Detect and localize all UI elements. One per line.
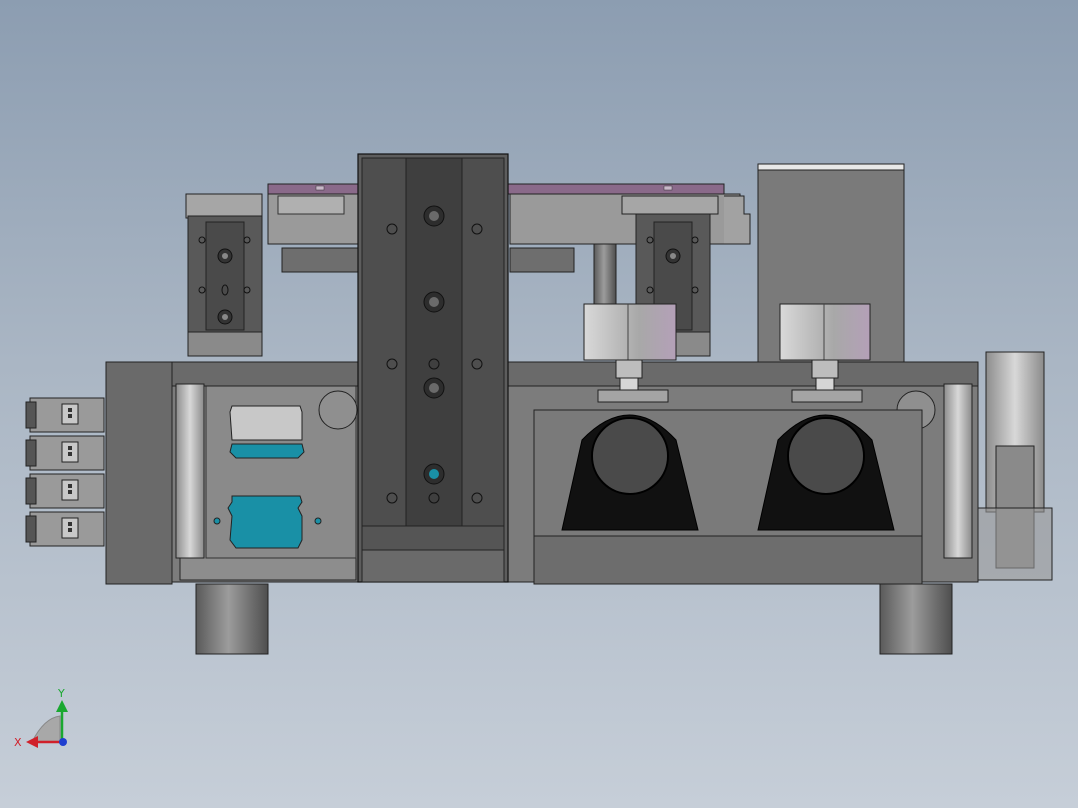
center-column [357, 153, 509, 583]
assembly-model[interactable]: Y X [0, 0, 1078, 808]
axis-triad: Y X [14, 687, 68, 749]
z-axis-dot [59, 738, 67, 746]
left-gripper [185, 193, 263, 357]
guide-rod [593, 243, 617, 307]
left-end-plate [105, 361, 173, 585]
y-axis-label: Y [57, 687, 65, 700]
cad-viewport[interactable]: Y X [0, 0, 1078, 808]
x-axis-label: X [14, 736, 22, 749]
right-cylinder [977, 351, 1053, 581]
support-legs [195, 583, 953, 655]
valve-stack [25, 397, 105, 547]
